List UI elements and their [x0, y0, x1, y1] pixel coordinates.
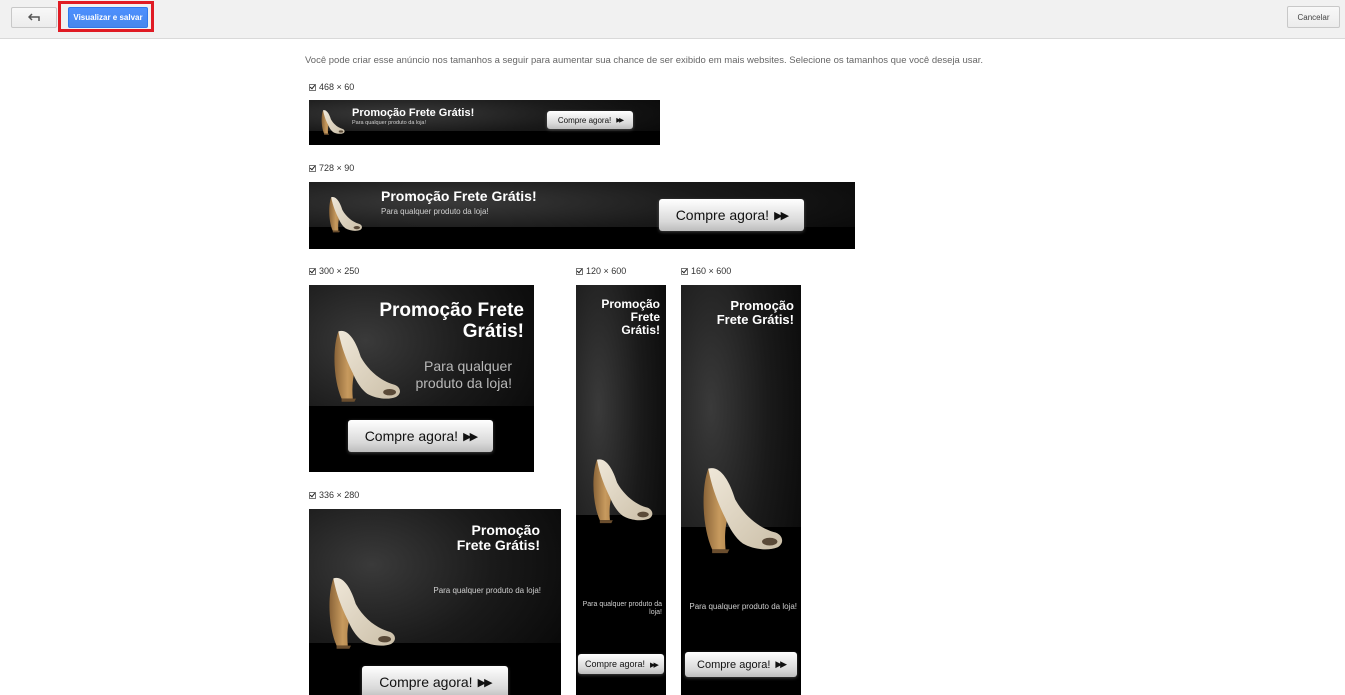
ad-headline-line: Grátis!: [621, 323, 660, 338]
ad-subtitle: Para qualquer produto da loja!: [582, 601, 662, 617]
ad-headline-line: Frete Grátis!: [456, 537, 540, 554]
size-label-336x280: 336 × 280: [319, 490, 360, 500]
ad-cta-label: Compre agora!: [675, 207, 770, 223]
double-arrow-icon: ▶▶: [774, 209, 789, 222]
ad-subtitle-line: Para qualquer: [424, 358, 512, 374]
ad-headline: Promoção Frete Grátis!: [456, 522, 540, 554]
ad-cta-label: Compre agora!: [364, 428, 459, 444]
ad-preview-468x60[interactable]: Promoção Frete Grátis! Para qualquer pro…: [309, 100, 660, 145]
double-arrow-icon: ▶▶: [477, 676, 493, 689]
size-option-468x60: 468 × 60: [309, 82, 354, 92]
ad-subtitle: Para qualquer produto da loja!: [352, 120, 426, 126]
shoe-image: [584, 445, 656, 535]
size-option-728x90: 728 × 90: [309, 163, 354, 173]
size-checkbox-336x280[interactable]: [309, 491, 316, 499]
size-checkbox-728x90[interactable]: [309, 164, 316, 172]
ad-headline-line: Promoção: [471, 522, 540, 538]
ad-headline-line: Promoção: [730, 298, 794, 313]
ad-headline: Promoção Frete Grátis!: [716, 298, 794, 328]
undo-arrow-icon: [28, 13, 40, 21]
ad-cta-button: Compre agora! ▶▶: [362, 666, 508, 695]
double-arrow-icon: ▶▶: [775, 659, 786, 669]
ad-preview-336x280[interactable]: Promoção Frete Grátis! Para qualquer pro…: [309, 509, 561, 695]
ad-cta-label: Compre agora!: [379, 674, 473, 690]
size-option-300x250: 300 × 250: [309, 266, 359, 276]
ad-cta-button: Compre agora! ▶▶: [578, 654, 664, 674]
toolbar: Visualizar e salvar Cancelar: [0, 0, 1345, 39]
ad-preview-728x90[interactable]: Promoção Frete Grátis! Para qualquer pro…: [309, 182, 855, 249]
ad-cta-button: Compre agora! ▶▶: [659, 199, 804, 231]
ad-subtitle: Para qualquer produto da loja!: [689, 602, 797, 611]
size-checkbox-160x600[interactable]: [681, 267, 688, 275]
ad-preview-160x600[interactable]: Promoção Frete Grátis! Para qualquer pro…: [681, 285, 801, 695]
shoe-image: [319, 567, 399, 657]
size-label-160x600: 160 × 600: [691, 266, 732, 276]
size-option-160x600: 160 × 600: [681, 266, 731, 276]
ad-subtitle: Para qualquer produto da loja!: [433, 586, 541, 595]
ad-headline: Promoção Frete Grátis!: [379, 300, 524, 343]
back-button[interactable]: [11, 7, 57, 28]
ad-subtitle: Para qualquer produto da loja!: [415, 358, 512, 392]
ad-preview-120x600[interactable]: Promoção Frete Grátis! Para qualquer pro…: [576, 285, 666, 695]
ad-headline-line: Frete Grátis!: [716, 312, 794, 328]
ad-headline-line: Grátis!: [462, 320, 524, 342]
size-option-120x600: 120 × 600: [576, 266, 626, 276]
shoe-image: [318, 108, 346, 136]
shoe-image: [324, 194, 364, 234]
double-arrow-icon: ▶▶: [463, 430, 478, 443]
size-checkbox-468x60[interactable]: [309, 83, 316, 91]
size-label-120x600: 120 × 600: [586, 266, 627, 276]
shoe-image: [691, 455, 787, 563]
ad-headline: Promoção Frete Grátis!: [601, 297, 660, 338]
size-checkbox-120x600[interactable]: [576, 267, 583, 275]
size-label-468x60: 468 × 60: [319, 82, 355, 92]
ad-cta-label: Compre agora!: [697, 658, 771, 671]
ad-cta-button: Compre agora! ▶▶: [547, 111, 633, 129]
ad-cta-label: Compre agora!: [584, 659, 645, 669]
size-checkbox-300x250[interactable]: [309, 267, 316, 275]
ad-cta-label: Compre agora!: [557, 115, 612, 125]
ad-bottom-band: [309, 131, 660, 145]
ad-subtitle: Para qualquer produto da loja!: [381, 207, 489, 216]
size-label-728x90: 728 × 90: [319, 163, 355, 173]
ad-headline: Promoção Frete Grátis!: [381, 188, 537, 204]
ad-preview-300x250[interactable]: Promoção Frete Grátis! Para qualquer pro…: [309, 285, 534, 472]
size-option-336x280: 336 × 280: [309, 490, 359, 500]
intro-text: Você pode criar esse anúncio nos tamanho…: [305, 55, 984, 66]
save-preview-button[interactable]: Visualizar e salvar: [68, 7, 148, 28]
ad-cta-button: Compre agora! ▶▶: [348, 420, 493, 452]
ad-headline-line: Promoção Frete: [379, 300, 524, 321]
ad-subtitle-line: produto da loja!: [415, 374, 512, 391]
double-arrow-icon: ▶▶: [649, 659, 659, 669]
ad-cta-button: Compre agora! ▶▶: [685, 652, 797, 677]
cancel-button[interactable]: Cancelar: [1287, 6, 1340, 28]
ad-headline: Promoção Frete Grátis!: [352, 107, 475, 119]
double-arrow-icon: ▶▶: [616, 117, 624, 124]
size-label-300x250: 300 × 250: [319, 266, 360, 276]
